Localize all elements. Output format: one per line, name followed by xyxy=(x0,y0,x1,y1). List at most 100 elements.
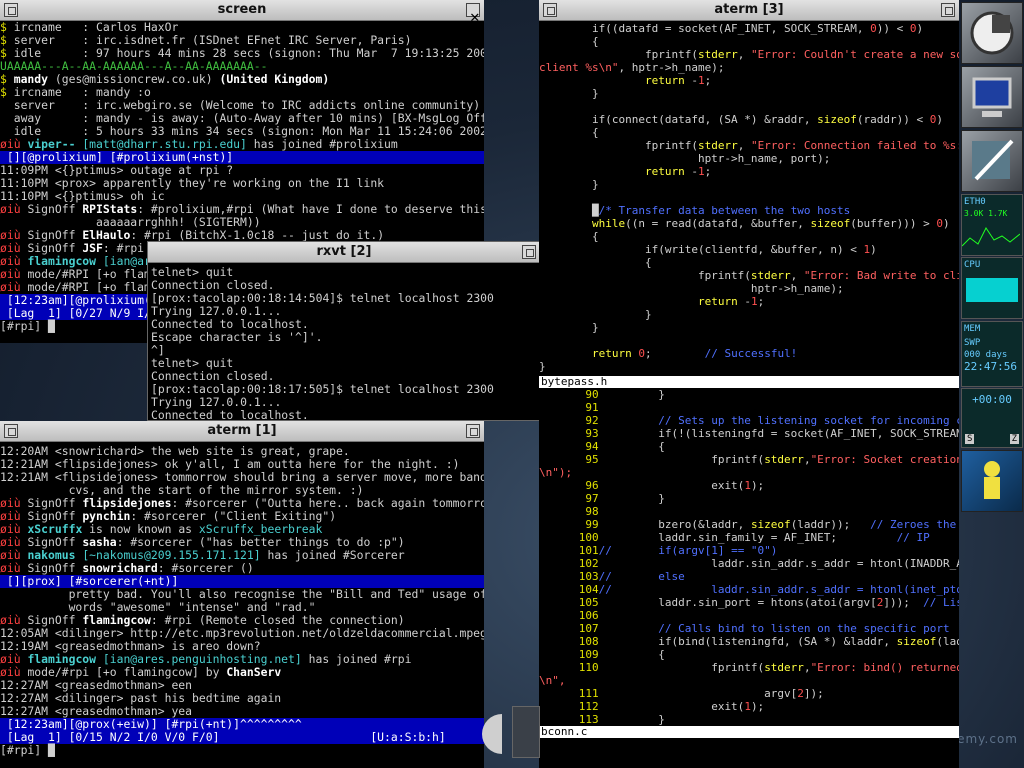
aterm-1-terminal-output[interactable]: 12:20AM <snowrichard> the web site is gr… xyxy=(0,445,484,768)
line-segment: 110 xyxy=(539,661,599,674)
window-close-button[interactable] xyxy=(522,245,536,259)
line-segment: RPIStats xyxy=(82,202,138,216)
line-segment: øiù xyxy=(0,652,28,666)
line-segment: // xyxy=(598,544,659,557)
line-segment: 91 xyxy=(539,401,599,414)
line-segment: $ xyxy=(0,33,14,47)
line-segment: laddr.sin_family = AF_INET; xyxy=(598,531,897,544)
line-segment: laddr.sin_addr.s_addr = htonl(INADDR_ANY… xyxy=(598,557,959,570)
line-segment xyxy=(0,98,14,112)
memory-monitor: MEM SWP 000 days 22:47:56 xyxy=(961,321,1023,387)
line-segment: "Error: bind() returned error for port %… xyxy=(810,661,959,674)
line-segment: 11:09PM <{}ptimus> outage at rpi ? xyxy=(0,163,234,177)
line-segment: 93 xyxy=(539,427,599,440)
line-segment: return xyxy=(644,165,685,178)
terminal-line: 108 if(bind(listeningfd, (SA *) &laddr, … xyxy=(539,635,959,648)
editor-area[interactable]: if((datafd = socket(AF_INET, SOCK_STREAM… xyxy=(539,22,959,768)
line-segment: 12:21AM <flipsidejones> tommorrow should… xyxy=(0,470,484,484)
line-segment: cvs, and the start of the mirror system.… xyxy=(0,483,364,497)
line-segment: fprintf( xyxy=(539,139,698,152)
line-segment: [][prox] [#sorcerer(+nt)] xyxy=(0,574,484,588)
terminal-line: return -1; xyxy=(539,295,959,308)
line-segment: 12:21AM <flipsidejones> ok y'all, I am o… xyxy=(0,457,460,471)
line-segment: exit( xyxy=(598,479,745,492)
terminal-line: { xyxy=(539,126,959,139)
eth-label: ETH0 xyxy=(964,197,986,207)
line-segment: $ xyxy=(0,72,14,86)
aterm-3-titlebar[interactable]: aterm [3] xyxy=(539,0,959,21)
line-segment: 104 xyxy=(539,583,599,596)
line-segment: flamingcow xyxy=(27,254,103,268)
line-segment: ); xyxy=(750,700,765,713)
line-segment: if((datafd = socket(AF_INET, SOCK_STREAM… xyxy=(539,22,871,35)
close-icon xyxy=(470,428,478,436)
window-close-button[interactable]: ✕ xyxy=(466,3,480,26)
line-segment: SignOff xyxy=(27,496,83,510)
timer-start-button[interactable]: S xyxy=(965,434,975,444)
line-segment: hptr->h_name, port); xyxy=(539,152,831,165)
cpu-monitor: CPU xyxy=(961,257,1023,319)
window-menu-button[interactable] xyxy=(4,424,18,438)
dock-app-person[interactable] xyxy=(961,450,1023,512)
aterm-1-titlebar[interactable]: aterm [1] xyxy=(0,421,484,442)
line-segment: { xyxy=(598,440,665,453)
line-segment: 1 xyxy=(697,165,705,178)
terminal-line: } xyxy=(539,87,959,100)
window-menu-button[interactable] xyxy=(4,3,18,17)
line-segment: fprintf( xyxy=(598,453,765,466)
line-segment: hptr->h_name); xyxy=(539,282,844,295)
line-segment: { xyxy=(539,230,599,243)
line-segment: 107 xyxy=(539,622,599,635)
timer-reset-button[interactable]: Z xyxy=(1009,434,1019,444)
terminal-line: 90 } xyxy=(539,388,959,401)
dock-app-main[interactable] xyxy=(961,2,1023,64)
line-segment: 108 xyxy=(539,635,599,648)
dock-app-editor[interactable] xyxy=(961,130,1023,192)
rxvt-terminal-output[interactable]: telnet> quit Connection closed. [prox:taco… xyxy=(148,266,540,420)
uptime-days: 000 days xyxy=(964,350,1008,360)
line-segment: 112 xyxy=(539,700,599,713)
rxvt-titlebar[interactable]: rxvt [2] xyxy=(148,242,540,263)
line-segment: fprintf( xyxy=(598,661,765,674)
cpu-label: CPU xyxy=(964,260,981,270)
terminal-line: 92 // Sets up the listening socket for i… xyxy=(539,414,959,427)
line-segment: , xyxy=(737,139,751,152)
line-segment: : #rpi (BitchX-1.0c18 -- just do it.) xyxy=(130,228,385,242)
dock-app-computer[interactable] xyxy=(961,66,1023,128)
window-close-button[interactable] xyxy=(466,424,480,438)
window-menu-button[interactable] xyxy=(543,3,557,17)
rxvt-window[interactable]: rxvt [2] telnet> quit Connection closed.[… xyxy=(147,241,541,421)
line-segment: øiù xyxy=(0,561,28,575)
line-segment: 98 xyxy=(539,505,599,518)
window-menu-icon xyxy=(8,428,16,436)
line-segment: 97 xyxy=(539,492,599,505)
line-segment: øiù xyxy=(0,496,28,510)
aterm-1-window[interactable]: aterm [1] 12:20AM <snowrichard> the web … xyxy=(0,421,484,768)
aterm-3-window[interactable]: aterm [3] if((datafd = socket(AF_INET, S… xyxy=(539,0,959,768)
line-segment: stderr xyxy=(697,139,738,152)
window-title: aterm [1] xyxy=(207,423,277,438)
terminal-line: 102 laddr.sin_addr.s_addr = htonl(INADDR… xyxy=(539,557,959,570)
timer-applet[interactable]: +00:00 S Z xyxy=(961,388,1023,448)
line-segment xyxy=(539,217,592,230)
line-segment: SignOff xyxy=(27,241,83,255)
line-segment: sizeof xyxy=(817,113,857,126)
line-segment: $ xyxy=(0,46,14,60)
terminal-line: 113 } xyxy=(539,713,959,726)
line-segment: \n"); xyxy=(539,466,573,479)
window-menu-icon xyxy=(8,7,16,15)
line-segment: server : irc.webgiro.se (Welcome to IRC … xyxy=(13,98,481,112)
editor-pane-bottom[interactable]: 90 } 91 92 // Sets up the listening sock… xyxy=(539,388,959,726)
screen-titlebar[interactable]: screen ✕ xyxy=(0,0,484,26)
line-segment: flipsidejones xyxy=(82,496,172,510)
line-segment: // laddr.sin_addr.s_addr = htonl(inet_pt… xyxy=(598,583,959,596)
line-segment: (raddr)) < xyxy=(856,113,930,126)
editor-pane-top[interactable]: if((datafd = socket(AF_INET, SOCK_STREAM… xyxy=(539,22,959,376)
terminal-line: 99 bzero(&laddr, sizeof(laddr)); // Zero… xyxy=(539,518,959,531)
terminal-line: Connected to localhost. xyxy=(151,408,309,421)
line-segment xyxy=(539,165,645,178)
window-close-button[interactable] xyxy=(941,3,955,17)
terminal-line: 101// if(argv[1] == "0") xyxy=(539,544,959,557)
eth-rates: 3.0K 1.7K xyxy=(964,209,1008,218)
terminal-line: 93 if(!(listeningfd = socket(AF_INET, SO… xyxy=(539,427,959,440)
